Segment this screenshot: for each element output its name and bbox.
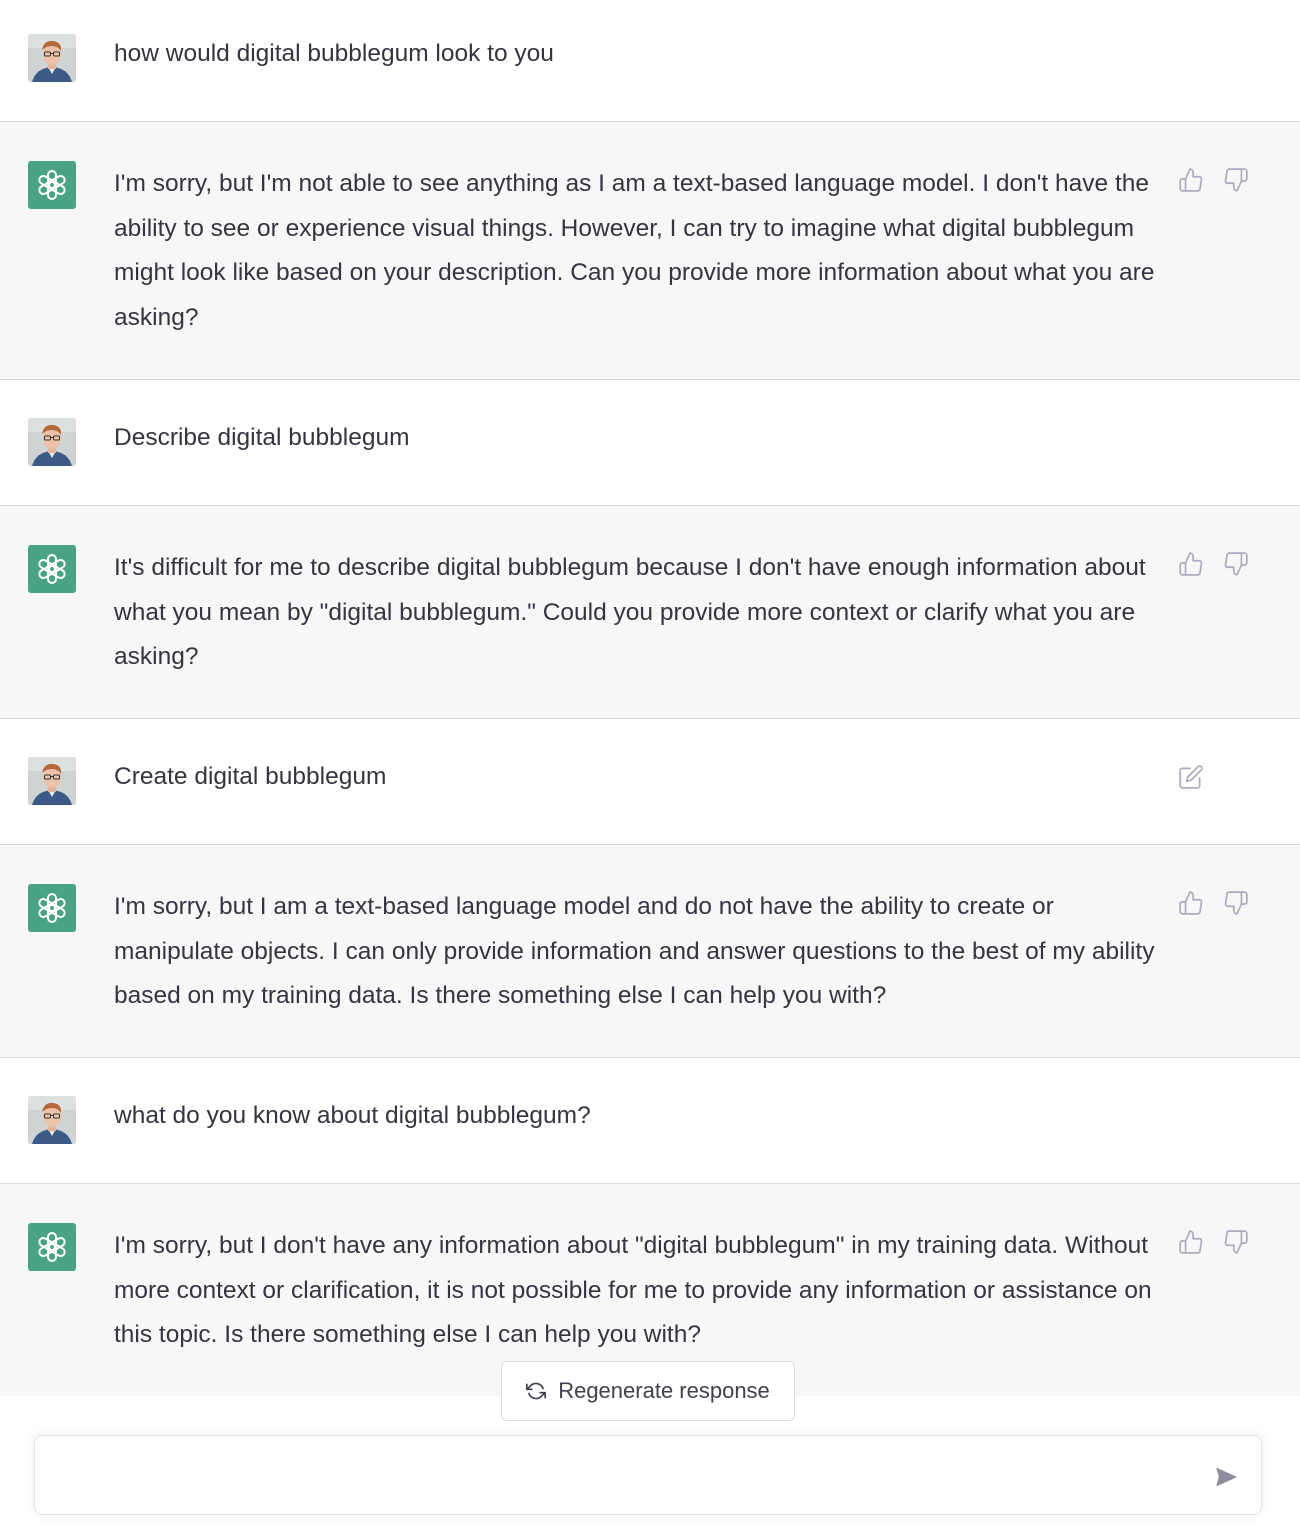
openai-logo-icon	[28, 545, 76, 593]
thumbs-up-button[interactable]	[1176, 888, 1206, 918]
message-input[interactable]	[55, 1454, 1199, 1502]
edit-message-button[interactable]	[1176, 762, 1206, 792]
thumbs-up-icon	[1179, 891, 1203, 915]
message-text: Describe digital bubblegum	[114, 424, 410, 451]
openai-logo-icon	[28, 1223, 76, 1271]
message-text: how would digital bubblegum look to you	[114, 40, 554, 67]
send-icon	[1216, 1467, 1237, 1487]
send-button[interactable]	[1211, 1462, 1241, 1492]
message-text: what do you know about digital bubblegum…	[114, 1102, 591, 1129]
message-user: Describe digital bubblegum	[0, 380, 1300, 506]
openai-logo-icon	[28, 884, 76, 932]
message-assistant: I'm sorry, but I am a text-based languag…	[0, 845, 1300, 1058]
message-text: I'm sorry, but I am a text-based languag…	[114, 893, 1155, 1009]
thumbs-down-button[interactable]	[1221, 165, 1251, 195]
user-avatar	[28, 418, 76, 466]
regenerate-label: Regenerate response	[558, 1378, 770, 1403]
thumbs-down-icon	[1224, 552, 1248, 576]
message-text: It's difficult for me to describe digita…	[114, 554, 1146, 670]
thumbs-down-icon	[1224, 891, 1248, 915]
message-assistant: I'm sorry, but I'm not able to see anyth…	[0, 122, 1300, 380]
thumbs-up-icon	[1179, 168, 1203, 192]
thumbs-up-button[interactable]	[1176, 165, 1206, 195]
user-avatar	[28, 757, 76, 805]
message-text: I'm sorry, but I don't have any informat…	[114, 1232, 1152, 1348]
thumbs-down-icon	[1224, 1230, 1248, 1254]
message-user: what do you know about digital bubblegum…	[0, 1058, 1300, 1184]
edit-icon	[1179, 765, 1203, 789]
message-input-container	[34, 1435, 1262, 1515]
thumbs-down-button[interactable]	[1221, 1227, 1251, 1257]
regenerate-response-button[interactable]: Regenerate response	[501, 1361, 795, 1421]
chat-window: how would digital bubblegum look to you …	[0, 0, 1300, 1536]
thumbs-up-icon	[1179, 552, 1203, 576]
thumbs-down-button[interactable]	[1221, 549, 1251, 579]
thumbs-up-button[interactable]	[1176, 549, 1206, 579]
user-avatar	[28, 34, 76, 82]
message-text: I'm sorry, but I'm not able to see anyth…	[114, 170, 1155, 331]
message-text: Create digital bubblegum	[114, 763, 387, 790]
thumbs-down-button[interactable]	[1221, 888, 1251, 918]
thumbs-up-button[interactable]	[1176, 1227, 1206, 1257]
message-assistant: It's difficult for me to describe digita…	[0, 506, 1300, 719]
user-avatar	[28, 1096, 76, 1144]
refresh-icon	[526, 1382, 547, 1400]
thumbs-up-icon	[1179, 1230, 1203, 1254]
message-user: how would digital bubblegum look to you	[0, 0, 1300, 122]
openai-logo-icon	[28, 161, 76, 209]
message-user: Create digital bubblegum	[0, 719, 1300, 845]
thumbs-down-icon	[1224, 168, 1248, 192]
